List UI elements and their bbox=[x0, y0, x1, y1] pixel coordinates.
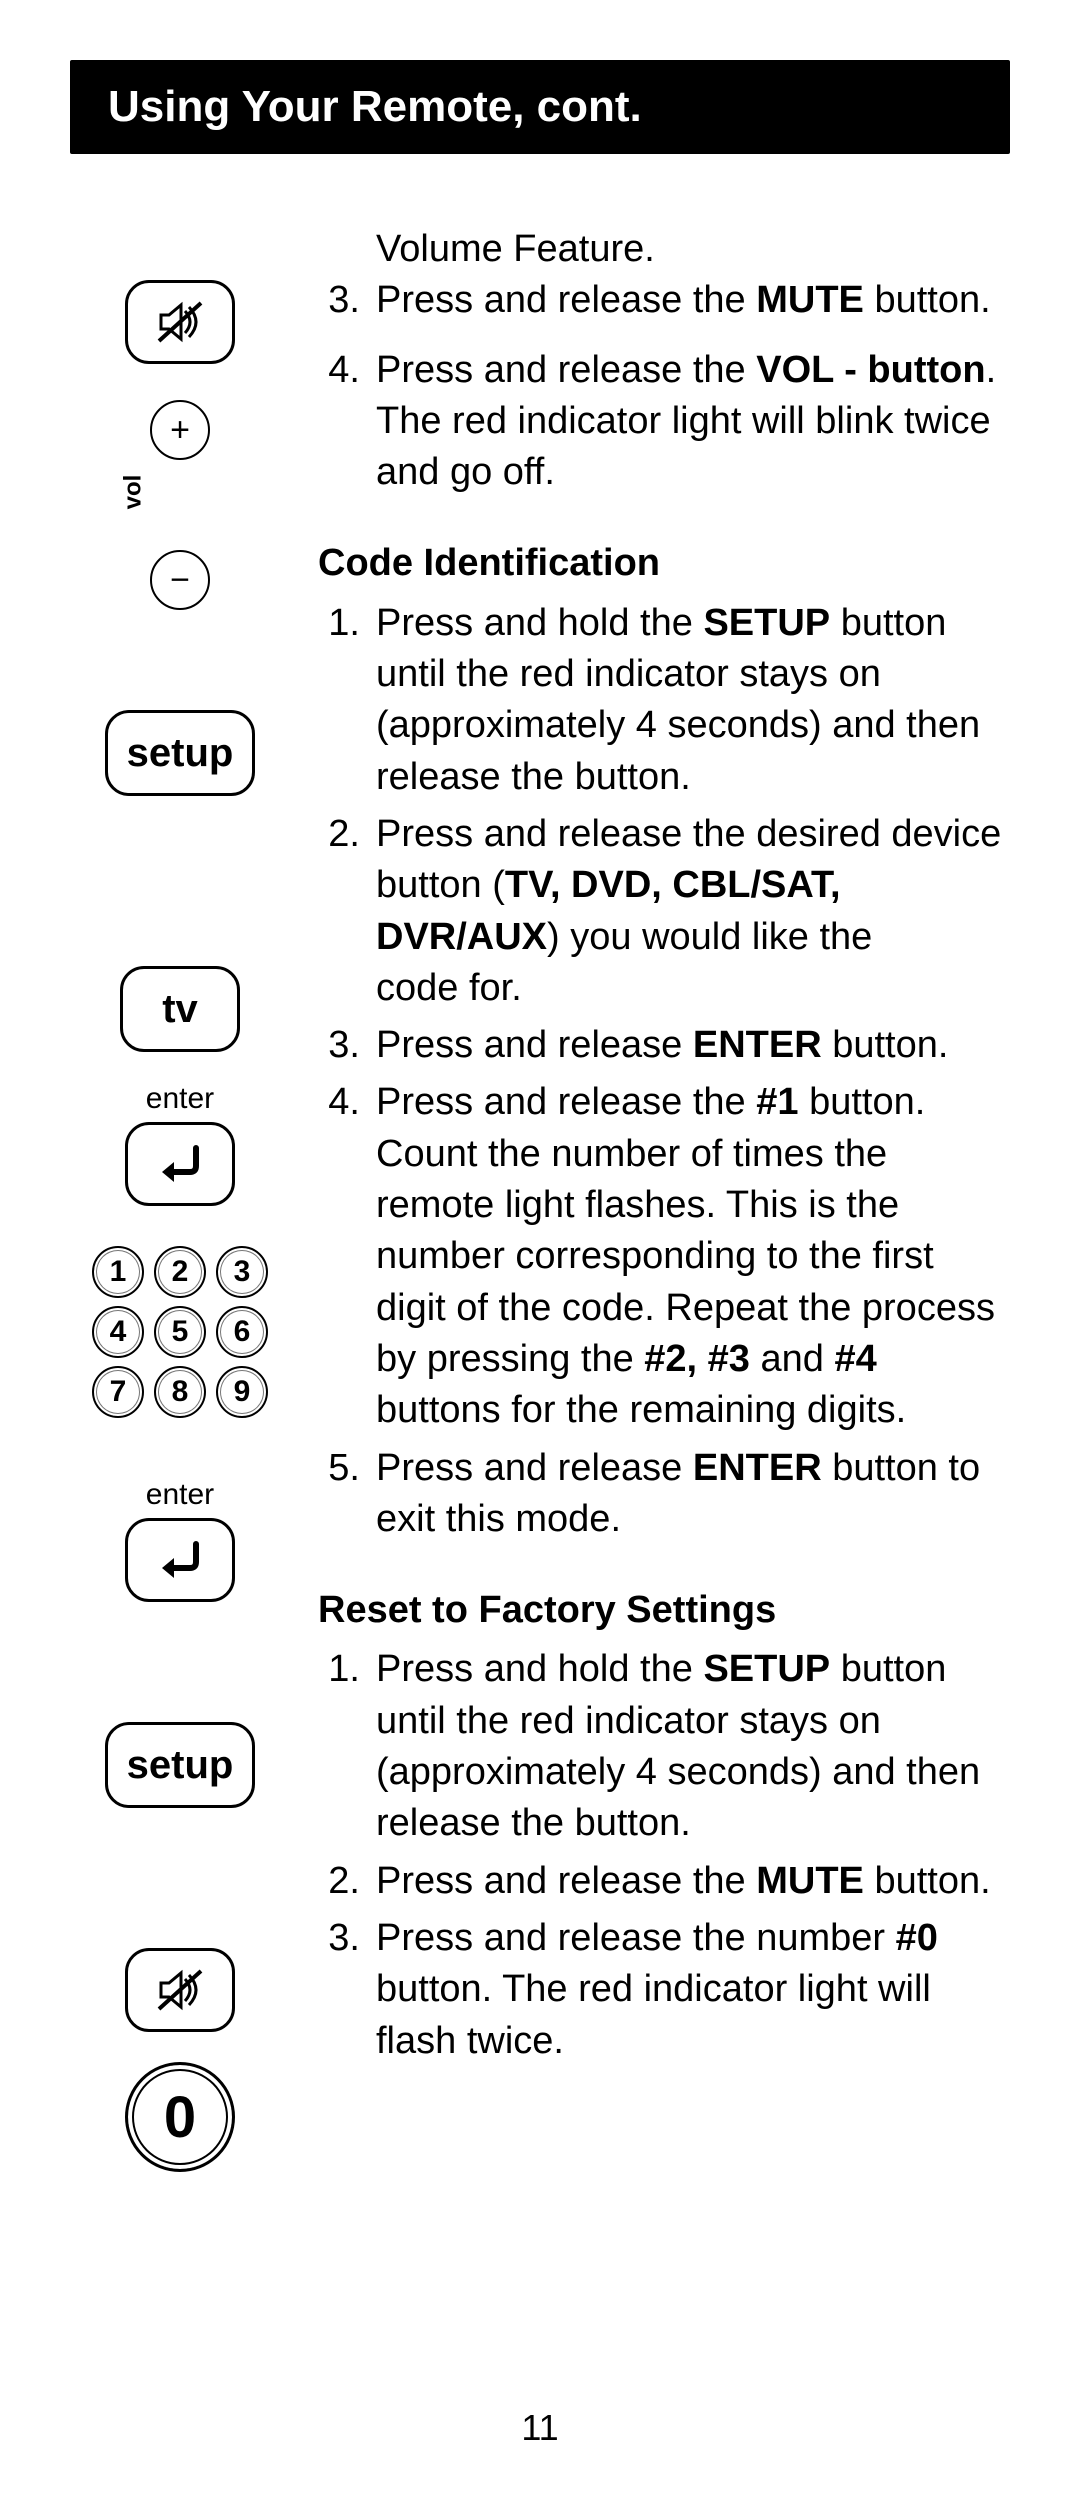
list-item: 3. Press and release the MUTE button. bbox=[318, 275, 1010, 326]
enter-label: enter bbox=[146, 1082, 214, 1116]
vol-plus-icon: + bbox=[150, 400, 210, 460]
vol-minus-icon: − bbox=[150, 550, 210, 610]
list-item: 4. Press and release the VOL - button. T… bbox=[318, 345, 1010, 499]
list-item: 3. Press and release the number #0 butto… bbox=[318, 1913, 1010, 2067]
mute-icon bbox=[155, 1965, 205, 2015]
keypad-4: 4 bbox=[92, 1306, 144, 1358]
setup-button-icon-2: setup bbox=[105, 1722, 255, 1808]
icon-column: vol + − setup tv enter bbox=[70, 224, 290, 2172]
list-item: 2. Press and release the desired device … bbox=[318, 809, 1010, 1014]
list-item: 4. Press and release the #1 button. Coun… bbox=[318, 1077, 1010, 1436]
list-item: 2. Press and release the MUTE button. bbox=[318, 1856, 1010, 1907]
text-column: Volume Feature. 3. Press and release the… bbox=[318, 224, 1010, 2172]
number-keypad-icon: 1 2 3 4 5 6 7 8 9 bbox=[92, 1246, 268, 1418]
mute-button-icon-2 bbox=[125, 1948, 235, 2032]
mute-icon bbox=[155, 297, 205, 347]
section-heading-code-id: Code Identification bbox=[318, 538, 1010, 589]
zero-button-icon: 0 bbox=[125, 2062, 235, 2172]
list-item: 1. Press and hold the SETUP button until… bbox=[318, 1644, 1010, 1849]
keypad-7: 7 bbox=[92, 1366, 144, 1418]
keypad-2: 2 bbox=[154, 1246, 206, 1298]
content-area: vol + − setup tv enter bbox=[70, 224, 1010, 2172]
page-title: Using Your Remote, cont. bbox=[70, 60, 1010, 154]
vol-label: vol bbox=[119, 475, 147, 510]
keypad-3: 3 bbox=[216, 1246, 268, 1298]
tv-button-icon: tv bbox=[120, 966, 240, 1052]
keypad-1: 1 bbox=[92, 1246, 144, 1298]
enter-arrow-icon bbox=[152, 1538, 208, 1582]
list-item: 3. Press and release ENTER button. bbox=[318, 1020, 1010, 1071]
enter-button-icon-2 bbox=[125, 1518, 235, 1602]
keypad-5: 5 bbox=[154, 1306, 206, 1358]
list-item: 1. Press and hold the SETUP button until… bbox=[318, 598, 1010, 803]
setup-button-icon: setup bbox=[105, 710, 255, 796]
keypad-9: 9 bbox=[216, 1366, 268, 1418]
keypad-8: 8 bbox=[154, 1366, 206, 1418]
volume-feature-line: Volume Feature. bbox=[318, 224, 1010, 275]
mute-button-icon bbox=[125, 280, 235, 364]
enter-arrow-icon bbox=[152, 1142, 208, 1186]
page-number: 11 bbox=[0, 2407, 1080, 2449]
enter-button-icon bbox=[125, 1122, 235, 1206]
enter-label-2: enter bbox=[146, 1478, 214, 1512]
section-heading-reset: Reset to Factory Settings bbox=[318, 1585, 1010, 1636]
list-item: 5. Press and release ENTER button to exi… bbox=[318, 1443, 1010, 1546]
keypad-6: 6 bbox=[216, 1306, 268, 1358]
volume-rocker-icon: vol + − bbox=[150, 400, 210, 610]
